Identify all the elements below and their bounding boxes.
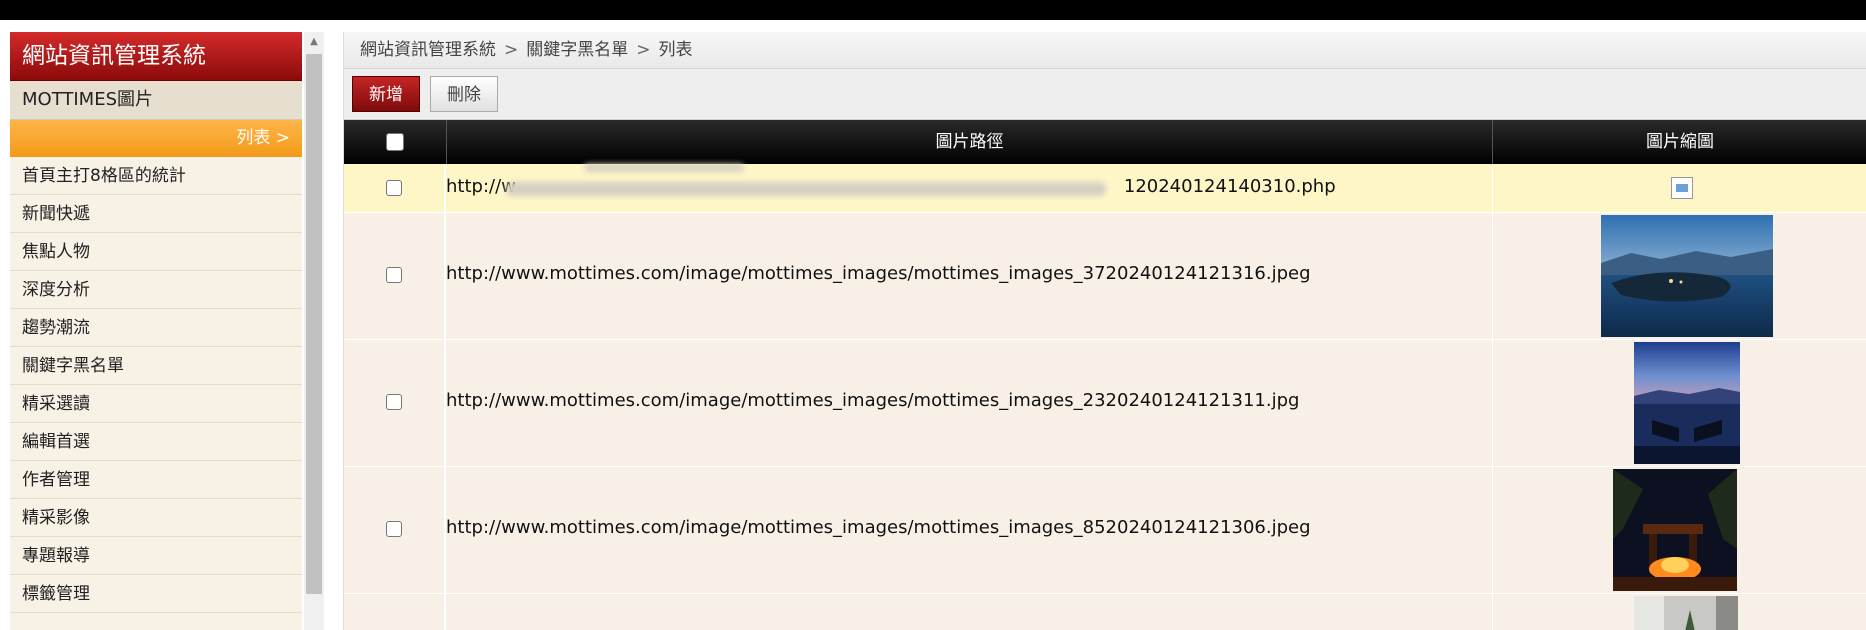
column-separator — [444, 594, 446, 630]
lake-twilight-thumbnail[interactable] — [1634, 342, 1740, 464]
row-checkbox[interactable] — [386, 394, 402, 410]
breadcrumb-current: 列表 — [658, 40, 693, 60]
row-image-path: http://www.mottimes.com/image/mottimes_i… — [446, 517, 1311, 538]
toolbar: 新增 刪除 — [344, 69, 1866, 120]
table-row: http://www.mottimes.com/image/mottimes_i… — [344, 340, 1866, 467]
breadcrumb-item[interactable]: 網站資訊管理系統 — [360, 40, 496, 60]
sidebar-scrollbar[interactable]: ▲ — [304, 32, 324, 630]
sidebar-item[interactable]: 編輯首選 — [10, 423, 302, 461]
sidebar: 網站資訊管理系統 MOTTIMES圖片 列表 > 首頁主打8格區的統計 新聞快遞… — [10, 32, 302, 630]
sidebar-section-mottimes-images[interactable]: MOTTIMES圖片 — [10, 81, 302, 120]
lake-island-thumbnail[interactable] — [1601, 215, 1773, 337]
scrollbar-thumb[interactable] — [306, 54, 322, 594]
sidebar-item[interactable]: 作者管理 — [10, 461, 302, 499]
sidebar-item[interactable]: 標籤管理 — [10, 575, 302, 613]
column-header-thumbnail: 圖片縮圖 — [1646, 132, 1714, 152]
main-content: 網站資訊管理系統 > 關鍵字黑名單 > 列表 新增 刪除 圖片路徑 圖片縮圖 http:… — [343, 32, 1866, 630]
row-image-path-suffix: 120240124140310.php — [1123, 176, 1336, 197]
table-header: 圖片路徑 圖片縮圖 — [344, 120, 1866, 164]
row-image-path: http://www.mottimes.com/image/mottimes_i… — [446, 390, 1300, 411]
select-all-cell — [344, 120, 447, 164]
table-row: http://www.mottimes.com/image/mottimes_i… — [344, 467, 1866, 594]
sidebar-item[interactable]: 精采影像 — [10, 499, 302, 537]
row-thumbnail-cell — [1492, 594, 1866, 630]
redacted-text — [584, 164, 744, 172]
breadcrumb-separator: > — [636, 40, 651, 60]
row-thumbnail-cell — [1492, 340, 1866, 466]
sidebar-item[interactable]: 趨勢潮流 — [10, 309, 302, 347]
row-thumbnail-cell — [1492, 213, 1866, 339]
column-header-path: 圖片路徑 — [447, 120, 1493, 164]
sidebar-item[interactable]: 精采選讀 — [10, 385, 302, 423]
top-bar — [0, 0, 1866, 20]
table-row: http://w 120240124140310.php — [344, 164, 1866, 213]
building-thumbnail[interactable] — [1634, 596, 1738, 630]
sidebar-item[interactable]: 焦點人物 — [10, 233, 302, 271]
sidebar-item-keyword-blacklist[interactable]: 關鍵字黑名單 — [10, 347, 302, 385]
row-thumbnail-cell — [1492, 467, 1866, 593]
select-all-checkbox[interactable] — [386, 133, 404, 151]
add-button[interactable]: 新增 — [352, 76, 420, 112]
delete-button[interactable]: 刪除 — [430, 76, 498, 112]
sidebar-item[interactable]: 首頁主打8格區的統計 — [10, 157, 302, 195]
night-gate-thumbnail[interactable] — [1613, 469, 1737, 591]
row-image-path: http://www.mottimes.com/image/mottimes_i… — [446, 263, 1311, 284]
sidebar-sub-list-link[interactable]: 列表 > — [10, 120, 302, 157]
row-checkbox[interactable] — [386, 521, 402, 537]
scroll-up-arrow-icon[interactable]: ▲ — [304, 32, 324, 52]
breadcrumb: 網站資訊管理系統 > 關鍵字黑名單 > 列表 — [344, 32, 1866, 69]
row-checkbox[interactable] — [386, 267, 402, 283]
table-row — [344, 594, 1866, 630]
sidebar-item[interactable]: 新聞快遞 — [10, 195, 302, 233]
breadcrumb-separator: > — [504, 40, 519, 60]
sidebar-title: 網站資訊管理系統 — [10, 32, 302, 81]
row-checkbox[interactable] — [386, 180, 402, 196]
row-thumbnail-cell — [1492, 164, 1866, 212]
breadcrumb-item[interactable]: 關鍵字黑名單 — [526, 40, 628, 60]
sidebar-item[interactable]: 深度分析 — [10, 271, 302, 309]
table-row: http://www.mottimes.com/image/mottimes_i… — [344, 213, 1866, 340]
sidebar-item[interactable]: 專題報導 — [10, 537, 302, 575]
broken-image-icon — [1671, 177, 1693, 199]
redacted-text — [506, 182, 1106, 196]
